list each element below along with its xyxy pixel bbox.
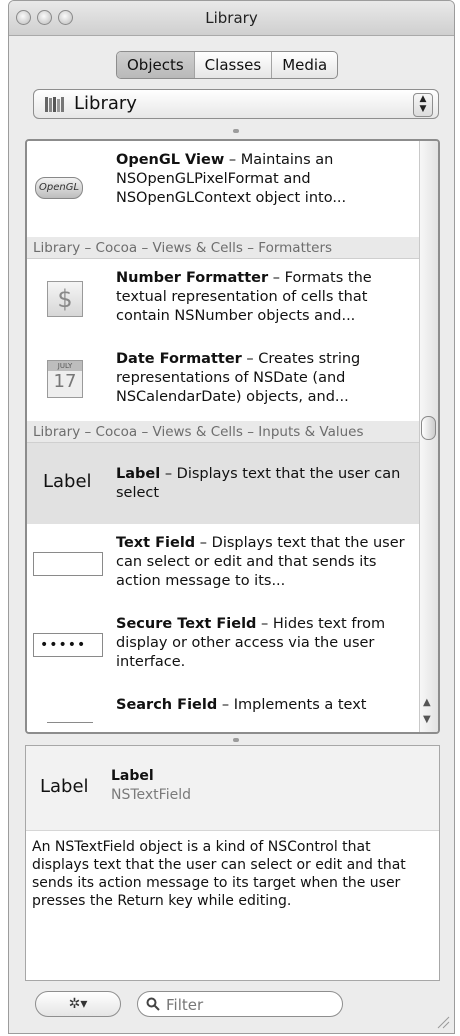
section-header-formatters: Library – Cocoa – Views & Cells – Format… (27, 237, 422, 259)
detail-description: An NSTextField object is a kind of NSCon… (32, 839, 406, 909)
detail-name: Label (111, 768, 154, 784)
scroll-down-arrow-icon[interactable]: ▼ (423, 714, 431, 725)
calendar-day: 17 (53, 371, 77, 392)
popup-arrows-icon: ▲ ▼ (413, 93, 433, 117)
detail-class: NSTextField (111, 787, 191, 803)
filter-input[interactable] (164, 995, 338, 1015)
list-item-label[interactable]: Label Label – Displays text that the use… (27, 443, 422, 525)
library-list: OpenGL OpenGL View – Maintains an NSOpen… (25, 139, 440, 734)
gear-icon: ✲▾ (68, 996, 88, 1012)
filter-field[interactable] (137, 991, 343, 1017)
list-item-text: Secure Text Field – Hides text from disp… (116, 616, 386, 670)
scroll-up-arrow-icon[interactable]: ▲ (423, 697, 431, 708)
list-item-date-formatter[interactable]: JULY 17 Date Formatter – Creates string … (27, 340, 422, 422)
list-item-text: Label – Displays text that the user can … (116, 466, 401, 501)
tab-media[interactable]: Media (272, 52, 337, 78)
opengl-icon: OpenGL (35, 177, 83, 199)
list-item-text: Date Formatter – Creates string represen… (116, 351, 361, 405)
library-popup[interactable]: Library ▲ ▼ (33, 89, 439, 119)
scroll-thumb[interactable] (421, 416, 436, 440)
window-title: Library (205, 9, 258, 27)
text-field-preview (33, 552, 103, 576)
dollar-icon: $ (47, 281, 83, 317)
library-window: Library Objects Classes Media Library ▲ ▼… (8, 0, 455, 1034)
popup-label: Library (74, 93, 137, 114)
label-preview: Label (43, 471, 92, 492)
tab-classes[interactable]: Classes (195, 52, 273, 78)
list-item-number-formatter[interactable]: $ Number Formatter – Formats the textual… (27, 259, 422, 341)
resize-grip-icon[interactable] (436, 1015, 450, 1029)
secure-field-preview: ••••• (33, 633, 103, 657)
title-bar: Library (9, 1, 454, 36)
search-field-preview (47, 722, 93, 732)
list-item-text-field[interactable]: Text Field – Displays text that the user… (27, 524, 422, 606)
list-item-search-field[interactable]: Search Field – Implements a text (27, 686, 422, 732)
list-item-text: Number Formatter – Formats the textual r… (116, 270, 372, 324)
tab-segmented-control: Objects Classes Media (116, 51, 339, 79)
list-item-text: Search Field – Implements a text (116, 697, 367, 713)
list-item-secure-text-field[interactable]: ••••• Secure Text Field – Hides text fro… (27, 605, 422, 687)
calendar-icon: JULY 17 (47, 360, 83, 398)
library-books-icon (45, 97, 64, 112)
search-icon (146, 997, 160, 1011)
calendar-month: JULY (48, 361, 82, 371)
gear-menu-button[interactable]: ✲▾ (35, 991, 121, 1017)
detail-pane: Label Label NSTextField An NSTextField o… (25, 745, 440, 981)
split-grip-icon[interactable] (233, 738, 239, 742)
detail-preview: Label (40, 776, 89, 797)
list-item-opengl-view[interactable]: OpenGL OpenGL View – Maintains an NSOpen… (27, 141, 422, 238)
section-header-inputs-values: Library – Cocoa – Views & Cells – Inputs… (27, 421, 422, 443)
split-grip-icon[interactable] (233, 129, 239, 133)
list-item-text: OpenGL View – Maintains an NSOpenGLPixel… (116, 152, 347, 206)
tab-objects[interactable]: Objects (117, 52, 195, 78)
list-item-text: Text Field – Displays text that the user… (116, 535, 405, 589)
vertical-scrollbar[interactable]: ▲ ▼ (419, 141, 438, 732)
detail-header: Label Label NSTextField (26, 746, 439, 831)
